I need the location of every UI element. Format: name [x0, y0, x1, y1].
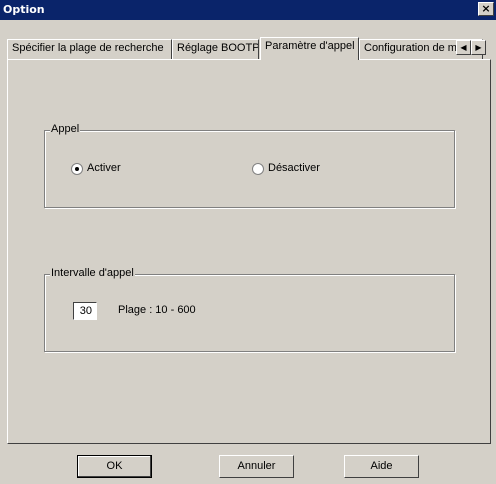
desactiver-radio[interactable]: [252, 163, 264, 175]
ok-button[interactable]: OK: [77, 455, 152, 478]
tab-search-range[interactable]: Spécifier la plage de recherche: [7, 39, 172, 59]
option-dialog: Option × Spécifier la plage de recherche…: [0, 0, 496, 484]
title-bar[interactable]: Option ×: [0, 0, 496, 20]
tab-scroll-left-button[interactable]: ◀: [456, 40, 471, 55]
arrow-right-icon: ▶: [475, 43, 482, 52]
cancel-button[interactable]: Annuler: [219, 455, 294, 478]
interval-range-label: Plage : 10 - 600: [118, 304, 196, 316]
activer-label[interactable]: Activer: [87, 162, 121, 174]
tab-scroll-right-button[interactable]: ▶: [471, 40, 486, 55]
appel-group-label: Appel: [50, 123, 81, 135]
help-button[interactable]: Aide: [344, 455, 419, 478]
appel-group: Appel Activer Désactiver: [44, 123, 455, 208]
close-icon: ×: [481, 2, 491, 15]
tab-panel-call-parameter: Appel Activer Désactiver Intervalle d'ap…: [7, 59, 491, 444]
desactiver-label[interactable]: Désactiver: [268, 162, 320, 174]
radio-selected-dot: [75, 167, 79, 171]
tab-bootp[interactable]: Réglage BOOTP: [172, 39, 259, 59]
arrow-left-icon: ◀: [460, 43, 467, 52]
interval-input[interactable]: 30: [73, 302, 97, 320]
close-button[interactable]: ×: [478, 2, 494, 16]
tab-call-parameter[interactable]: Paramètre d'appel: [260, 37, 359, 60]
activer-radio[interactable]: [71, 163, 83, 175]
window-title: Option: [3, 3, 45, 16]
interval-group: Intervalle d'appel 30 Plage : 10 - 600: [44, 267, 455, 352]
interval-group-label: Intervalle d'appel: [50, 267, 135, 279]
tab-strip: Spécifier la plage de recherche Réglage …: [7, 37, 496, 60]
